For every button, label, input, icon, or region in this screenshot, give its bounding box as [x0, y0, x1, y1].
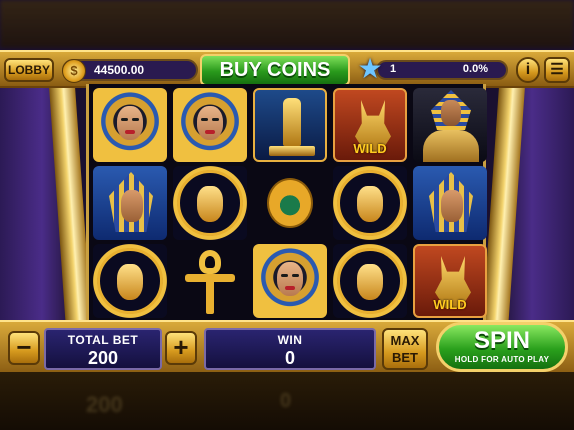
spin-button[interactable]: SPIN HOLD FOR AUTO PLAY: [436, 322, 568, 372]
symbol-ankh: [173, 244, 247, 318]
coin-balance-value: 44500.00: [94, 63, 145, 77]
wild-label: WILD: [353, 141, 387, 156]
level-progress-text: 0.0%: [462, 63, 488, 75]
reel-2: [171, 84, 249, 322]
increase-bet-button[interactable]: +: [165, 331, 197, 365]
symbol-scarab: [253, 166, 327, 240]
menu-button[interactable]: ☰: [544, 57, 570, 83]
info-button[interactable]: i: [516, 57, 540, 83]
symbol-anubis-wild: WILD: [413, 244, 487, 318]
symbol-anubis-wild: WILD: [333, 88, 407, 162]
blurred-background-top: [0, 0, 574, 48]
star-icon: ★: [357, 53, 383, 84]
spin-label: SPIN: [473, 327, 530, 354]
total-bet-value: 200: [87, 348, 119, 368]
win-label: WIN: [277, 333, 303, 347]
coin-balance: $ 44500.00: [62, 59, 198, 83]
blurred-ghost-text: 200: [86, 392, 123, 417]
symbol-cleopatra: [173, 88, 247, 162]
reel-1: [91, 84, 169, 322]
wild-label: WILD: [433, 297, 467, 312]
symbol-cleopatra: [253, 244, 327, 318]
level-number: 1: [390, 63, 397, 75]
max-bet-button[interactable]: MAX BET: [382, 328, 428, 370]
symbol-pharaoh-king: [413, 88, 487, 162]
symbol-pharaoh-portrait: [93, 166, 167, 240]
win-panel: WIN 0: [204, 328, 376, 370]
decrease-bet-button[interactable]: −: [8, 331, 40, 365]
symbol-cleopatra: [93, 88, 167, 162]
reel-4: WILD: [331, 84, 409, 322]
symbol-pharaoh-mask: [173, 166, 247, 240]
reel-5: WILD: [411, 84, 489, 322]
reel-3: [251, 84, 329, 322]
level-progress-bar: 1 0.0%: [376, 60, 508, 80]
top-bar: LOBBY $ 44500.00 BUY COINS 1 0.0% ★ i ☰: [0, 50, 574, 88]
total-bet-panel: TOTAL BET 200: [44, 328, 162, 370]
symbol-horus-statue: [253, 88, 327, 162]
win-value: 0: [284, 348, 295, 368]
blurred-ghost-text: 0: [280, 390, 292, 412]
spin-hint: HOLD FOR AUTO PLAY: [454, 355, 550, 364]
blurred-background-bottom: 200 0: [0, 372, 574, 430]
symbol-pharaoh-mask: [93, 244, 167, 318]
symbol-pharaoh-portrait: [413, 166, 487, 240]
bottom-controls: − TOTAL BET 200 + WIN 0 MAX BET SPIN HOL…: [0, 320, 574, 374]
total-bet-label: TOTAL BET: [67, 333, 139, 347]
coin-icon: $: [62, 59, 86, 83]
lobby-button[interactable]: LOBBY: [4, 58, 54, 82]
slot-reels: WILD WILD: [86, 84, 489, 322]
symbol-pharaoh-mask: [333, 244, 407, 318]
buy-coins-button[interactable]: BUY COINS: [200, 54, 350, 86]
symbol-pharaoh-mask: [333, 166, 407, 240]
